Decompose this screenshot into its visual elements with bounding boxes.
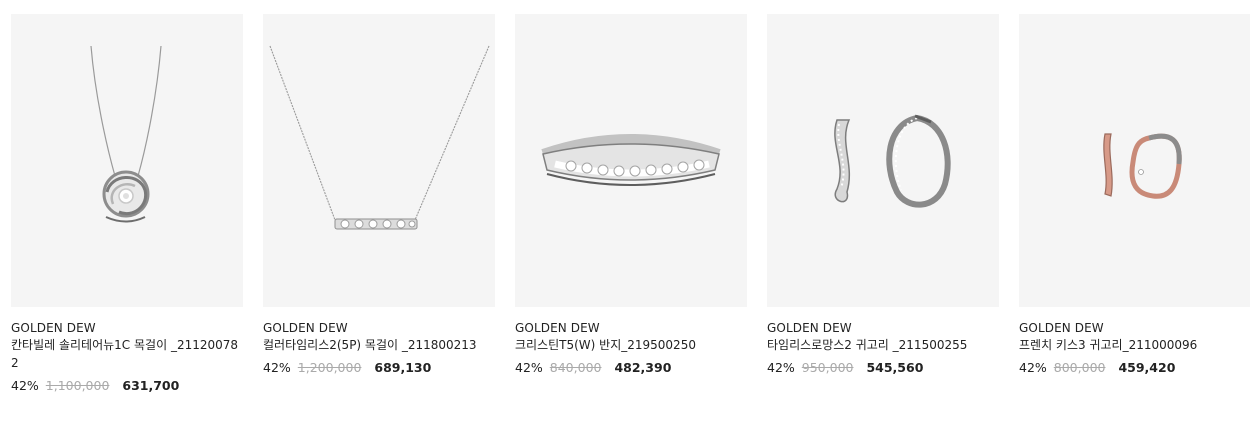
price-row: 42% 1,200,000 689,130 — [263, 359, 495, 377]
discount-rate: 42% — [263, 360, 291, 375]
discount-rate: 42% — [515, 360, 543, 375]
product-name[interactable]: 칸타빌레 솔리테어뉴1C 목걸이 _211200782 — [11, 336, 243, 372]
price-row: 42% 950,000 545,560 — [767, 359, 999, 377]
sale-price: 631,700 — [122, 378, 180, 393]
ring-image — [541, 134, 721, 186]
original-price: 840,000 — [549, 360, 602, 375]
product-grid: GOLDEN DEW 칸타빌레 솔리테어뉴1C 목걸이 _211200782 4… — [0, 0, 1250, 427]
sale-price: 689,130 — [374, 360, 432, 375]
product-card[interactable]: GOLDEN DEW 크리스틴T5(W) 반지_219500250 42% 84… — [515, 14, 747, 377]
product-name[interactable]: 타임리스로망스2 귀고리 _211500255 — [767, 336, 999, 354]
product-brand: GOLDEN DEW — [1019, 321, 1104, 335]
sale-price: 459,420 — [1118, 360, 1176, 375]
original-price: 1,100,000 — [45, 378, 110, 393]
sale-price: 545,560 — [866, 360, 924, 375]
product-image[interactable] — [515, 14, 747, 307]
product-name[interactable]: 프렌치 키스3 귀고리_211000096 — [1019, 336, 1250, 354]
product-image[interactable] — [1019, 14, 1250, 307]
product-image[interactable] — [767, 14, 999, 307]
price-row: 42% 800,000 459,420 — [1019, 359, 1250, 377]
original-price: 800,000 — [1053, 360, 1106, 375]
price-row: 42% 1,100,000 631,700 — [11, 377, 243, 395]
product-card[interactable]: GOLDEN DEW 컬러타임리스2(5P) 목걸이 _211800213 42… — [263, 14, 495, 377]
product-brand: GOLDEN DEW — [767, 321, 852, 335]
sale-price: 482,390 — [614, 360, 672, 375]
earrings-image — [834, 114, 951, 208]
price-row: 42% 840,000 482,390 — [515, 359, 747, 377]
discount-rate: 42% — [767, 360, 795, 375]
necklace-image — [269, 45, 490, 230]
discount-rate: 42% — [1019, 360, 1047, 375]
product-card[interactable]: GOLDEN DEW 타임리스로망스2 귀고리 _211500255 42% 9… — [767, 14, 999, 377]
original-price: 1,200,000 — [297, 360, 362, 375]
product-image[interactable] — [263, 14, 495, 307]
product-image[interactable] — [11, 14, 243, 307]
discount-rate: 42% — [11, 378, 39, 393]
product-brand: GOLDEN DEW — [11, 321, 96, 335]
necklace-image — [90, 45, 162, 223]
original-price: 950,000 — [801, 360, 854, 375]
product-card[interactable]: GOLDEN DEW 칸타빌레 솔리테어뉴1C 목걸이 _211200782 4… — [11, 14, 243, 395]
earrings-image — [1103, 133, 1182, 199]
product-card[interactable]: GOLDEN DEW 프렌치 키스3 귀고리_211000096 42% 800… — [1019, 14, 1250, 377]
product-brand: GOLDEN DEW — [263, 321, 348, 335]
product-name[interactable]: 컬러타임리스2(5P) 목걸이 _211800213 — [263, 336, 495, 354]
product-brand: GOLDEN DEW — [515, 321, 600, 335]
product-name[interactable]: 크리스틴T5(W) 반지_219500250 — [515, 336, 747, 354]
